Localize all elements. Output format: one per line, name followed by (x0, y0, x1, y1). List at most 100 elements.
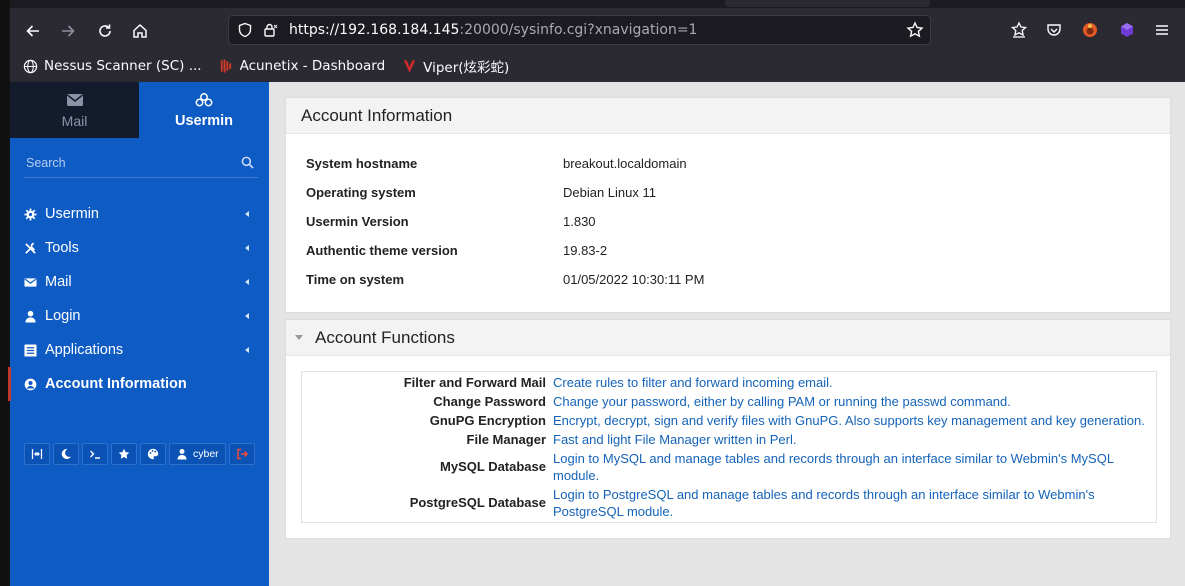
favorites-button[interactable] (111, 443, 137, 465)
function-name: Filter and Forward Mail (403, 375, 546, 390)
function-row: Filter and Forward Mail Create rules to … (302, 374, 1156, 391)
background-terminal (0, 0, 10, 586)
sidebar-item-tools[interactable]: Tools (10, 231, 269, 265)
panel-title: Account Information (301, 105, 453, 125)
extension-fox-icon (1083, 23, 1097, 37)
user-label: cyber (193, 448, 219, 460)
acunetix-logo-icon (218, 58, 234, 74)
sidebar-item-login[interactable]: Login (10, 299, 269, 333)
sidebar-item-mail[interactable]: Mail (10, 265, 269, 299)
sidebar-item-label: Mail (45, 274, 72, 290)
sidebar-item-label: Applications (45, 342, 124, 358)
function-link[interactable]: Create rules to filter and forward incom… (553, 374, 1148, 391)
caret-left-icon (245, 279, 249, 285)
url-bar[interactable]: https://192.168.184.145:20000/sysinfo.cg… (228, 15, 931, 45)
reload-button[interactable] (93, 19, 117, 43)
envelope-icon (24, 277, 37, 287)
bookmark-label: Acunetix - Dashboard (239, 58, 386, 74)
star-icon (118, 448, 130, 459)
bookmark-nessus[interactable]: Nessus Scanner (SC) ... (22, 58, 202, 74)
bookmark-label: Viper(炫彩蛇) (423, 60, 510, 76)
home-icon (133, 23, 147, 38)
function-row: Change Password Change your password, ei… (302, 393, 1156, 410)
arrow-right-icon (62, 25, 75, 37)
bookmark-label: Nessus Scanner (SC) ... (44, 58, 202, 74)
terminal-button[interactable] (82, 443, 108, 465)
caret-left-icon (245, 313, 249, 319)
info-key: Authentic theme version (306, 243, 458, 258)
sidebar-search-input[interactable]: Search (24, 148, 258, 178)
bookmark-viper[interactable]: Viper(炫彩蛇) (401, 56, 509, 76)
function-link[interactable]: Fast and light File Manager written in P… (553, 431, 1148, 448)
pocket-icon (1047, 24, 1061, 36)
user-circle-icon (24, 378, 37, 390)
sidebar-tabs: Mail Usermin (10, 82, 269, 138)
night-mode-button[interactable] (53, 443, 79, 465)
logout-button[interactable] (228, 443, 255, 465)
tab-label: Usermin (174, 112, 234, 129)
search-icon[interactable] (241, 156, 254, 169)
usermin-logo-icon (195, 92, 213, 106)
sidebar-item-applications[interactable]: Applications (10, 333, 269, 367)
info-key: System hostname (306, 156, 418, 171)
menu-button[interactable] (1151, 19, 1173, 41)
panel-title: Account Functions (315, 327, 455, 347)
extension-button-2[interactable] (1116, 19, 1138, 41)
tab-strip-piece (725, 0, 930, 7)
lock-warning-icon[interactable] (262, 22, 278, 38)
back-button[interactable] (21, 19, 45, 43)
user-button[interactable]: cyber (169, 443, 226, 465)
pocket-button[interactable] (1043, 19, 1065, 41)
function-name: PostgreSQL Database (409, 495, 546, 510)
function-name: Change Password (433, 394, 546, 409)
user-icon (25, 310, 36, 323)
function-link[interactable]: Encrypt, decrypt, sign and verify files … (553, 412, 1148, 429)
tab-usermin[interactable]: Usermin (139, 82, 269, 138)
info-key: Time on system (306, 272, 405, 287)
terminal-icon (90, 450, 100, 459)
account-functions-panel: Account Functions Filter and Forward Mai… (285, 319, 1171, 539)
sidebar-item-account-information[interactable]: Account Information (8, 367, 269, 401)
caret-left-icon (245, 211, 249, 217)
info-row: Operating system Debian Linux 11 (306, 185, 704, 214)
library-icon (1010, 21, 1028, 38)
bookmark-star-icon[interactable] (906, 21, 924, 39)
url-path: :20000/sysinfo.cgi?xnavigation=1 (459, 22, 698, 38)
function-row: MySQL Database Login to MySQL and manage… (302, 450, 1156, 484)
panel-header[interactable]: Account Functions (286, 320, 1170, 356)
pocket-list-button[interactable] (1008, 19, 1030, 41)
forward-button[interactable] (56, 19, 80, 43)
account-info-table: System hostname breakout.localdomain Ope… (306, 156, 704, 301)
function-link[interactable]: Login to PostgreSQL and manage tables an… (553, 486, 1148, 520)
home-button[interactable] (128, 19, 152, 43)
moon-icon (61, 448, 71, 459)
tab-mail[interactable]: Mail (10, 82, 139, 138)
tab-label: Mail (61, 112, 88, 129)
collapse-triangle-icon[interactable] (295, 335, 303, 340)
info-value: 01/05/2022 10:30:11 PM (563, 272, 705, 287)
shield-icon[interactable] (237, 22, 253, 38)
sidebar-item-usermin[interactable]: Usermin (10, 197, 269, 231)
info-row: System hostname breakout.localdomain (306, 156, 704, 185)
toggle-frame-button[interactable] (24, 443, 50, 465)
sidebar-item-label: Tools (45, 240, 79, 256)
bookmarks-toolbar: Nessus Scanner (SC) ... Acunetix - Dashb… (22, 55, 509, 77)
url-text[interactable]: https://192.168.184.145:20000/sysinfo.cg… (289, 22, 697, 38)
info-value: 1.830 (563, 214, 596, 229)
panel-header: Account Information (286, 98, 1170, 134)
function-link[interactable]: Change your password, either by calling … (553, 393, 1148, 410)
envelope-icon (66, 93, 83, 106)
sidebar-item-label: Login (45, 308, 81, 324)
function-link[interactable]: Login to MySQL and manage tables and rec… (553, 450, 1148, 484)
function-name: File Manager (466, 432, 546, 447)
bookmark-acunetix[interactable]: Acunetix - Dashboard (218, 58, 386, 74)
caret-left-icon (245, 245, 249, 251)
function-row: File Manager Fast and light File Manager… (302, 431, 1156, 448)
function-row: PostgreSQL Database Login to PostgreSQL … (302, 486, 1156, 520)
theme-button[interactable] (140, 443, 166, 465)
extension-button-1[interactable] (1079, 19, 1101, 41)
function-row: GnuPG Encryption Encrypt, decrypt, sign … (302, 412, 1156, 429)
account-information-panel: Account Information System hostname brea… (285, 97, 1171, 313)
globe-icon (22, 58, 38, 74)
arrow-left-icon (26, 25, 39, 37)
